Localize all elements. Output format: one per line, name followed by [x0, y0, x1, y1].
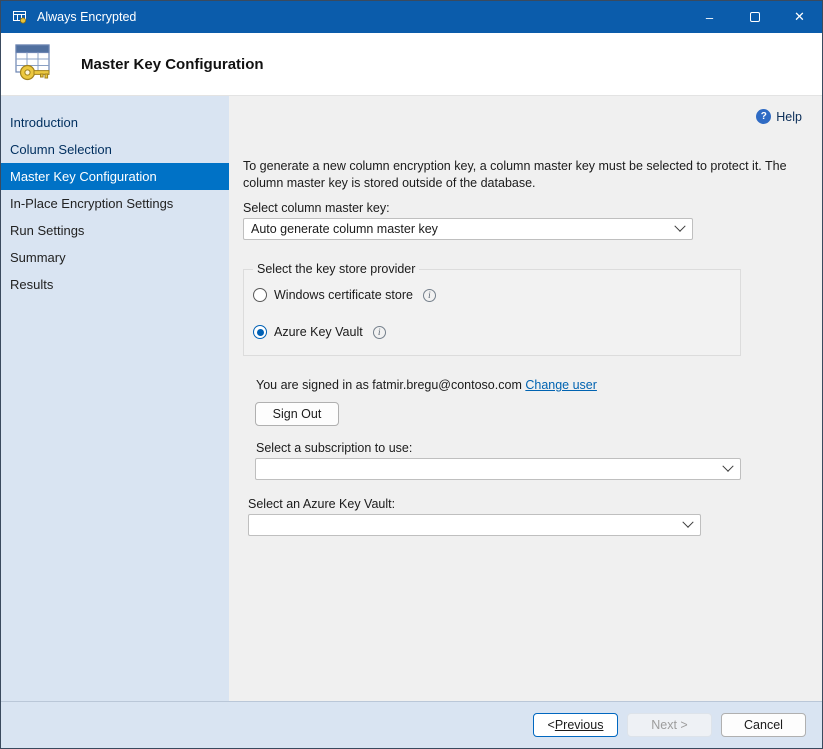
maximize-button[interactable]: [732, 1, 777, 33]
vault-label: Select an Azure Key Vault:: [248, 497, 808, 511]
dialog-header: Master Key Configuration: [1, 33, 822, 96]
windows-certificate-store-option[interactable]: Windows certificate store i: [253, 288, 728, 302]
subscription-label: Select a subscription to use:: [256, 441, 808, 455]
master-key-dropdown-value: Auto generate column master key: [251, 222, 438, 236]
key-store-provider-title: Select the key store provider: [253, 262, 419, 276]
radio-checked-icon[interactable]: [253, 325, 267, 339]
sidebar-item-column-selection[interactable]: Column Selection: [1, 136, 229, 163]
chevron-down-icon: [722, 461, 733, 472]
always-encrypted-dialog: Always Encrypted – ✕ Master Key Configur…: [0, 0, 823, 749]
sign-out-button[interactable]: Sign Out: [255, 402, 339, 426]
footer-bar: < Previous Next > Cancel: [1, 701, 822, 748]
chevron-down-icon: [674, 221, 685, 232]
change-user-link[interactable]: Change user: [525, 378, 597, 392]
main-area: Introduction Column Selection Master Key…: [1, 96, 822, 701]
azure-key-vault-label: Azure Key Vault: [274, 325, 363, 339]
info-icon[interactable]: i: [373, 326, 386, 339]
sidebar-item-in-place-encryption-settings[interactable]: In-Place Encryption Settings: [1, 190, 229, 217]
vault-dropdown[interactable]: [248, 514, 701, 536]
info-icon[interactable]: i: [423, 289, 436, 302]
previous-button-prefix: <: [548, 718, 555, 732]
sidebar-item-results[interactable]: Results: [1, 271, 229, 298]
cancel-button[interactable]: Cancel: [721, 713, 806, 737]
close-button[interactable]: ✕: [777, 1, 822, 33]
sidebar-item-run-settings[interactable]: Run Settings: [1, 217, 229, 244]
page-title: Master Key Configuration: [81, 56, 264, 73]
chevron-down-icon: [682, 517, 693, 528]
next-button[interactable]: Next >: [627, 713, 712, 737]
radio-unchecked-icon[interactable]: [253, 288, 267, 302]
window-title: Always Encrypted: [37, 10, 136, 24]
subscription-dropdown[interactable]: [255, 458, 741, 480]
wizard-steps-sidebar: Introduction Column Selection Master Key…: [1, 96, 229, 701]
minimize-button[interactable]: –: [687, 1, 732, 33]
master-key-dropdown[interactable]: Auto generate column master key: [243, 218, 693, 240]
signin-status: You are signed in as fatmir.bregu@contos…: [256, 378, 808, 392]
sidebar-item-summary[interactable]: Summary: [1, 244, 229, 271]
content-pane: ? Help To generate a new column encrypti…: [229, 96, 822, 701]
help-link[interactable]: ? Help: [756, 109, 802, 124]
maximize-icon: [750, 12, 760, 22]
title-bar[interactable]: Always Encrypted – ✕: [1, 1, 822, 33]
windows-certificate-store-label: Windows certificate store: [274, 288, 413, 302]
master-key-icon: [13, 40, 59, 89]
sidebar-item-master-key-configuration[interactable]: Master Key Configuration: [1, 163, 229, 190]
signin-text: You are signed in as fatmir.bregu@contos…: [256, 378, 522, 392]
master-key-label: Select column master key:: [243, 201, 808, 215]
azure-key-vault-option[interactable]: Azure Key Vault i: [253, 325, 728, 339]
previous-button[interactable]: < Previous: [533, 713, 618, 737]
sidebar-item-introduction[interactable]: Introduction: [1, 109, 229, 136]
key-store-provider-group: Select the key store provider Windows ce…: [243, 262, 741, 356]
intro-text: To generate a new column encryption key,…: [243, 158, 808, 192]
help-icon: ?: [756, 109, 771, 124]
help-label: Help: [776, 110, 802, 124]
app-icon: [12, 9, 28, 25]
previous-button-label: Previous: [555, 718, 604, 732]
